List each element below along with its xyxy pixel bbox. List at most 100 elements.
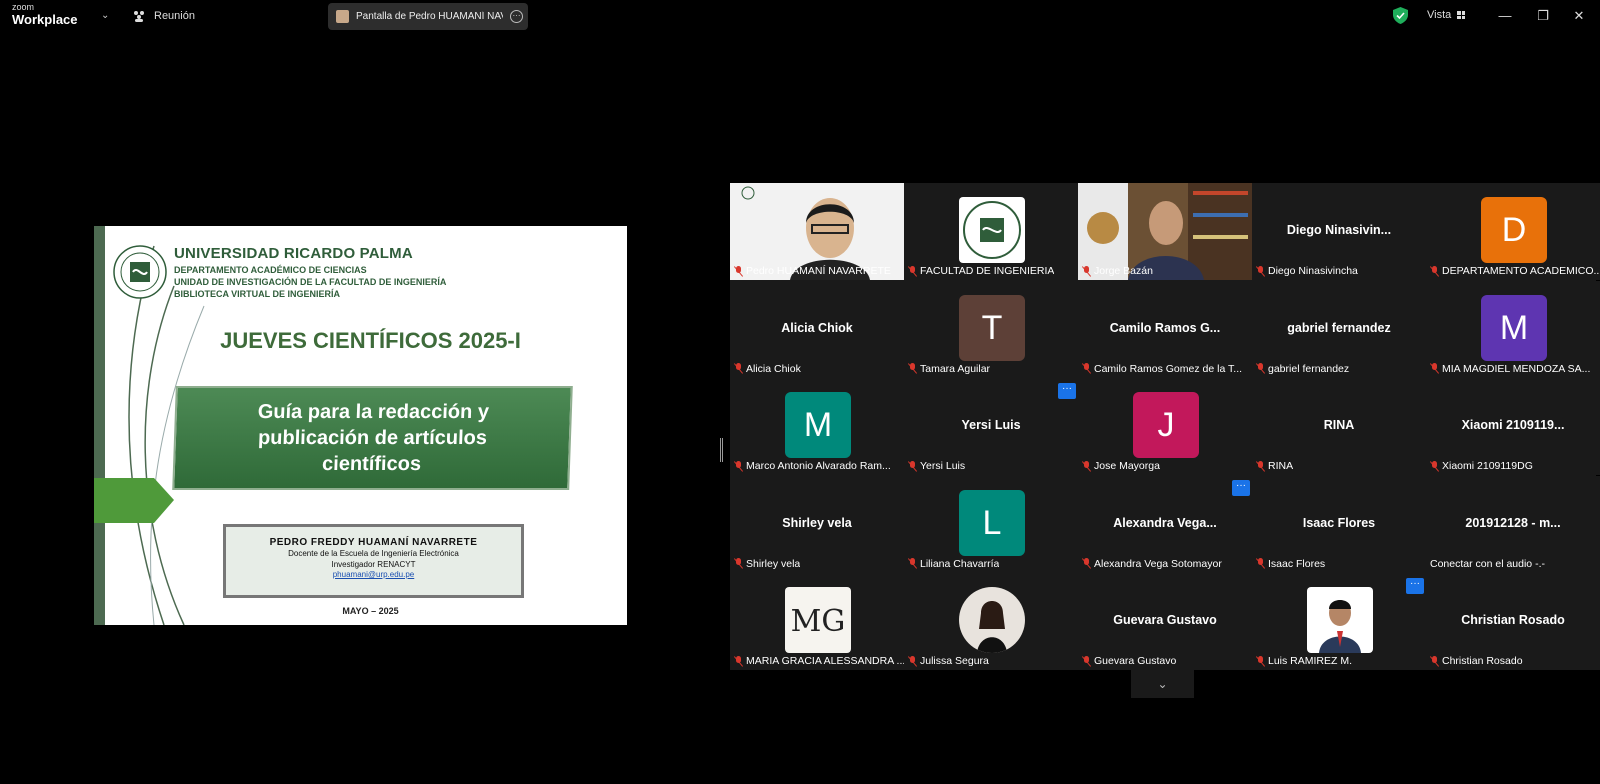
participant-tile[interactable]: Camilo Ramos G... Camilo Ramos Gomez de l… — [1078, 280, 1252, 378]
title-bar: zoom Workplace ⌄ Reunión Pantalla de Ped… — [0, 0, 1600, 33]
participant-name: Isaac Flores — [1256, 558, 1325, 570]
slide-date: MAYO – 2025 — [342, 606, 399, 616]
participant-name: gabriel fernandez — [1256, 363, 1349, 375]
view-button[interactable]: Vista — [1427, 9, 1466, 21]
participant-name: Diego Ninasivincha — [1256, 265, 1358, 277]
mic-muted-icon — [1430, 265, 1439, 277]
chevron-down-icon[interactable]: ⌄ — [1131, 670, 1194, 698]
mic-muted-icon — [734, 558, 743, 569]
participant-name: Xiaomi 2109119DG — [1430, 460, 1533, 472]
mic-muted-icon — [908, 265, 917, 277]
participant-name: Alicia Chiok — [734, 363, 801, 375]
sharer-avatar — [336, 10, 349, 23]
participant-tile[interactable]: T Tamara Aguilar — [904, 280, 1078, 378]
mic-muted-icon — [908, 363, 917, 374]
participant-tile[interactable]: Pedro HUAMANÍ NAVARRETE — [730, 183, 904, 280]
participant-tile[interactable]: Christian Rosado Christian Rosado — [1426, 573, 1600, 670]
mic-muted-icon — [908, 460, 917, 472]
participant-name: Luis RAMIREZ M. — [1256, 655, 1352, 667]
participant-tile[interactable]: J Jose Mayorga — [1078, 378, 1252, 475]
restore-button[interactable]: ❐ — [1533, 6, 1553, 26]
author-role-2: Investigador RENACYT — [331, 560, 416, 569]
mic-muted-icon — [1430, 655, 1439, 667]
mic-muted-icon — [1256, 460, 1265, 472]
participant-tile[interactable]: M MIA MAGDIEL MENDOZA SA... — [1426, 280, 1600, 378]
more-options-button[interactable]: ··· — [1232, 480, 1250, 496]
mic-muted-icon — [1082, 655, 1091, 667]
more-options-button[interactable]: ··· — [1058, 383, 1076, 399]
chevron-down-icon[interactable]: ⌄ — [101, 10, 109, 21]
participant-tile[interactable]: gabriel fernandez gabriel fernandez — [1252, 280, 1426, 378]
participant-tile[interactable]: Luis RAMIREZ M. — [1252, 573, 1426, 670]
screen-share-pill[interactable]: Pantalla de Pedro HUAMANÍ NAVARRETE ··· — [328, 3, 528, 30]
participant-tile[interactable]: Alicia Chiok Alicia Chiok — [730, 280, 904, 378]
mic-muted-icon — [908, 558, 917, 569]
minimize-button[interactable]: — — [1495, 6, 1515, 26]
participant-tile[interactable]: 201912128 - m... Conectar con el audio -.… — [1426, 475, 1600, 573]
participant-tile[interactable]: Xiaomi 2109119... Xiaomi 2109119DG — [1426, 378, 1600, 475]
participant-display-name: Shirley vela — [782, 515, 852, 530]
participant-name: MIA MAGDIEL MENDOZA SA... — [1430, 363, 1590, 375]
mic-muted-icon — [734, 655, 743, 667]
event-title: JUEVES CIENTÍFICOS 2025-I — [220, 328, 521, 353]
participant-tile[interactable]: Diego Ninasivin... Diego Ninasivincha — [1252, 183, 1426, 280]
participant-name: MARIA GRACIA ALESSANDRA ... — [734, 655, 904, 667]
participant-tile[interactable]: FACULTAD DE INGENIERIA — [904, 183, 1078, 280]
participant-tile[interactable]: L Liliana Chavarría — [904, 475, 1078, 573]
svg-text:MG: MG — [791, 604, 846, 639]
participant-display-name: Guevara Gustavo — [1113, 613, 1217, 627]
participant-tile[interactable]: Guevara Gustavo Guevara Gustavo — [1078, 573, 1252, 670]
participant-tile[interactable]: RINA RINA — [1252, 378, 1426, 475]
participant-tile[interactable]: Yersi Luis Yersi Luis — [904, 378, 1078, 475]
participant-tile[interactable]: Isaac Flores Isaac Flores — [1252, 475, 1426, 573]
participant-display-name: Christian Rosado — [1461, 613, 1565, 627]
participant-display-name: gabriel fernandez — [1287, 320, 1391, 335]
participant-tile[interactable]: Julissa Segura — [904, 573, 1078, 670]
participant-tile[interactable]: D DEPARTAMENTO ACADEMICO... — [1426, 183, 1600, 280]
guide-line-1: Guía para la redacción y — [257, 401, 490, 423]
participant-tile[interactable]: MG MARIA GRACIA ALESSANDRA ... — [730, 573, 904, 670]
participant-name: Shirley vela — [734, 558, 800, 570]
close-button[interactable]: ✕ — [1569, 6, 1589, 26]
participant-tile[interactable]: Alexandra Vega... Alexandra Vega Sotomayo… — [1078, 475, 1252, 573]
participant-avatar: D — [1481, 197, 1547, 263]
mic-muted-icon — [1256, 558, 1265, 569]
department-line-2: UNIDAD DE INVESTIGACIÓN DE LA FACULTAD D… — [174, 277, 447, 287]
splitter-handle[interactable] — [720, 438, 723, 462]
participant-display-name: 201912128 - m... — [1465, 515, 1561, 530]
participant-avatar: L — [959, 489, 1025, 556]
mic-muted-icon — [1430, 460, 1439, 472]
guide-line-2: publicación de artículos — [257, 427, 488, 449]
participant-tile[interactable]: Jorge Bazán — [1078, 183, 1252, 280]
participant-display-name: Yersi Luis — [961, 418, 1021, 432]
participant-name: DEPARTAMENTO ACADEMICO... — [1430, 265, 1600, 277]
faculty-seal-icon — [959, 197, 1025, 263]
participant-name: Alexandra Vega Sotomayor — [1082, 558, 1222, 570]
participant-name: Christian Rosado — [1430, 655, 1523, 667]
shield-check-icon[interactable] — [1393, 7, 1408, 24]
share-label: Pantalla de Pedro HUAMANÍ NAVARRETE — [356, 11, 503, 22]
mic-muted-icon — [734, 460, 743, 472]
participant-name: Guevara Gustavo — [1082, 655, 1176, 667]
participant-tile[interactable]: Shirley vela Shirley vela — [730, 475, 904, 573]
meeting-button[interactable]: Reunión — [132, 9, 195, 23]
mic-muted-icon — [1082, 558, 1091, 569]
mic-muted-icon — [734, 363, 743, 374]
participant-tile[interactable]: M Marco Antonio Alvarado Ram... — [730, 378, 904, 475]
mic-muted-icon — [1256, 265, 1265, 277]
participant-name: Pedro HUAMANÍ NAVARRETE — [734, 265, 891, 277]
department-line-1: DEPARTAMENTO ACADÉMICO DE CIENCIAS — [174, 265, 367, 275]
mic-muted-icon — [908, 655, 917, 667]
participant-display-name: Xiaomi 2109119... — [1461, 418, 1565, 432]
participant-name: Conectar con el audio -.- — [1430, 557, 1545, 570]
participant-name: Liliana Chavarría — [908, 558, 999, 570]
participant-display-name: RINA — [1323, 418, 1355, 432]
university-seal-icon — [113, 245, 167, 299]
more-options-button[interactable]: ··· — [1406, 578, 1424, 594]
author-name: PEDRO FREDDY HUAMANÍ NAVARRETE — [269, 537, 478, 548]
grid-icon — [1457, 11, 1466, 19]
more-options-icon[interactable]: ··· — [510, 10, 523, 23]
participant-avatar: M — [1481, 294, 1547, 361]
mic-muted-icon — [1082, 265, 1091, 277]
participant-photo — [1307, 587, 1373, 653]
